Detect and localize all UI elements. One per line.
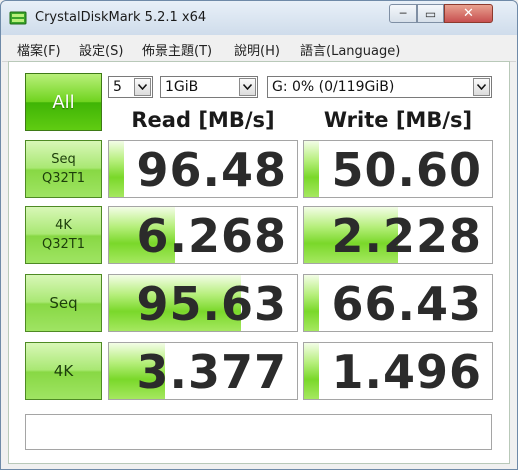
app-icon	[9, 11, 27, 25]
test-count-value: 5	[113, 79, 122, 95]
read-fill-bar	[109, 141, 125, 197]
read-value: 95.63	[136, 277, 287, 331]
chevron-down-icon	[473, 78, 490, 96]
write-value: 66.43	[331, 277, 482, 331]
minimize-icon: ─	[399, 7, 407, 20]
seq-q32t1-button[interactable]: Seq Q32T1	[25, 140, 102, 198]
seq-read-cell: 95.63	[108, 274, 298, 332]
write-value: 2.228	[331, 209, 482, 263]
row-label-line1: Seq	[49, 293, 78, 312]
4k-q32t1-button[interactable]: 4K Q32T1	[25, 206, 102, 264]
row-label-line2: Q32T1	[42, 237, 85, 252]
4k-q32t1-read-cell: 6.268	[108, 206, 298, 264]
4k-read-cell: 3.377	[108, 342, 298, 400]
drive-value: G: 0% (0/119GiB)	[272, 79, 395, 95]
row-label-line2: Q32T1	[42, 171, 85, 186]
maximize-icon: ▭	[424, 6, 437, 21]
chevron-down-icon	[134, 78, 151, 96]
write-value: 50.60	[331, 143, 482, 197]
4k-write-cell: 1.496	[303, 342, 493, 400]
write-value: 1.496	[331, 345, 482, 399]
4k-button[interactable]: 4K	[25, 342, 102, 400]
drive-select[interactable]: G: 0% (0/119GiB)	[267, 76, 492, 98]
title-bar: CrystalDiskMark 5.2.1 x64 ─ ▭ ✕	[1, 1, 517, 35]
close-icon: ✕	[463, 6, 474, 21]
maximize-button[interactable]: ▭	[417, 4, 444, 23]
menu-bar: 檔案(F) 設定(S) 佈景主題(T) 說明(H) 語言(Language)	[2, 35, 516, 62]
row-label-line1: Seq	[51, 152, 76, 167]
menu-theme[interactable]: 佈景主題(T)	[142, 40, 212, 59]
menu-language[interactable]: 語言(Language)	[300, 40, 400, 59]
read-value: 3.377	[136, 345, 287, 399]
minimize-button[interactable]: ─	[389, 4, 417, 23]
write-fill-bar	[304, 141, 320, 197]
window-title: CrystalDiskMark 5.2.1 x64	[35, 10, 207, 25]
close-button[interactable]: ✕	[444, 4, 493, 23]
comment-field[interactable]	[25, 414, 492, 450]
run-all-label: All	[52, 91, 75, 113]
menu-file[interactable]: 檔案(F)	[17, 40, 61, 59]
menu-help[interactable]: 說明(H)	[234, 40, 280, 59]
test-size-value: 1GiB	[165, 79, 199, 95]
seq-q32t1-read-cell: 96.48	[108, 140, 298, 198]
row-label-line1: 4K	[55, 218, 72, 233]
test-size-select[interactable]: 1GiB	[160, 76, 258, 98]
write-fill-bar	[304, 343, 320, 399]
chevron-down-icon	[239, 78, 256, 96]
run-all-button[interactable]: All	[25, 73, 102, 131]
read-header: Read [MB/s]	[131, 108, 275, 132]
seq-q32t1-write-cell: 50.60	[303, 140, 493, 198]
test-count-select[interactable]: 5	[108, 76, 153, 98]
menu-settings[interactable]: 設定(S)	[79, 40, 123, 59]
4k-q32t1-write-cell: 2.228	[303, 206, 493, 264]
seq-button[interactable]: Seq	[25, 274, 102, 332]
seq-write-cell: 66.43	[303, 274, 493, 332]
read-value: 6.268	[136, 209, 287, 263]
write-header: Write [MB/s]	[323, 108, 473, 132]
row-label-line1: 4K	[53, 361, 74, 380]
read-value: 96.48	[136, 143, 287, 197]
write-fill-bar	[304, 275, 320, 331]
